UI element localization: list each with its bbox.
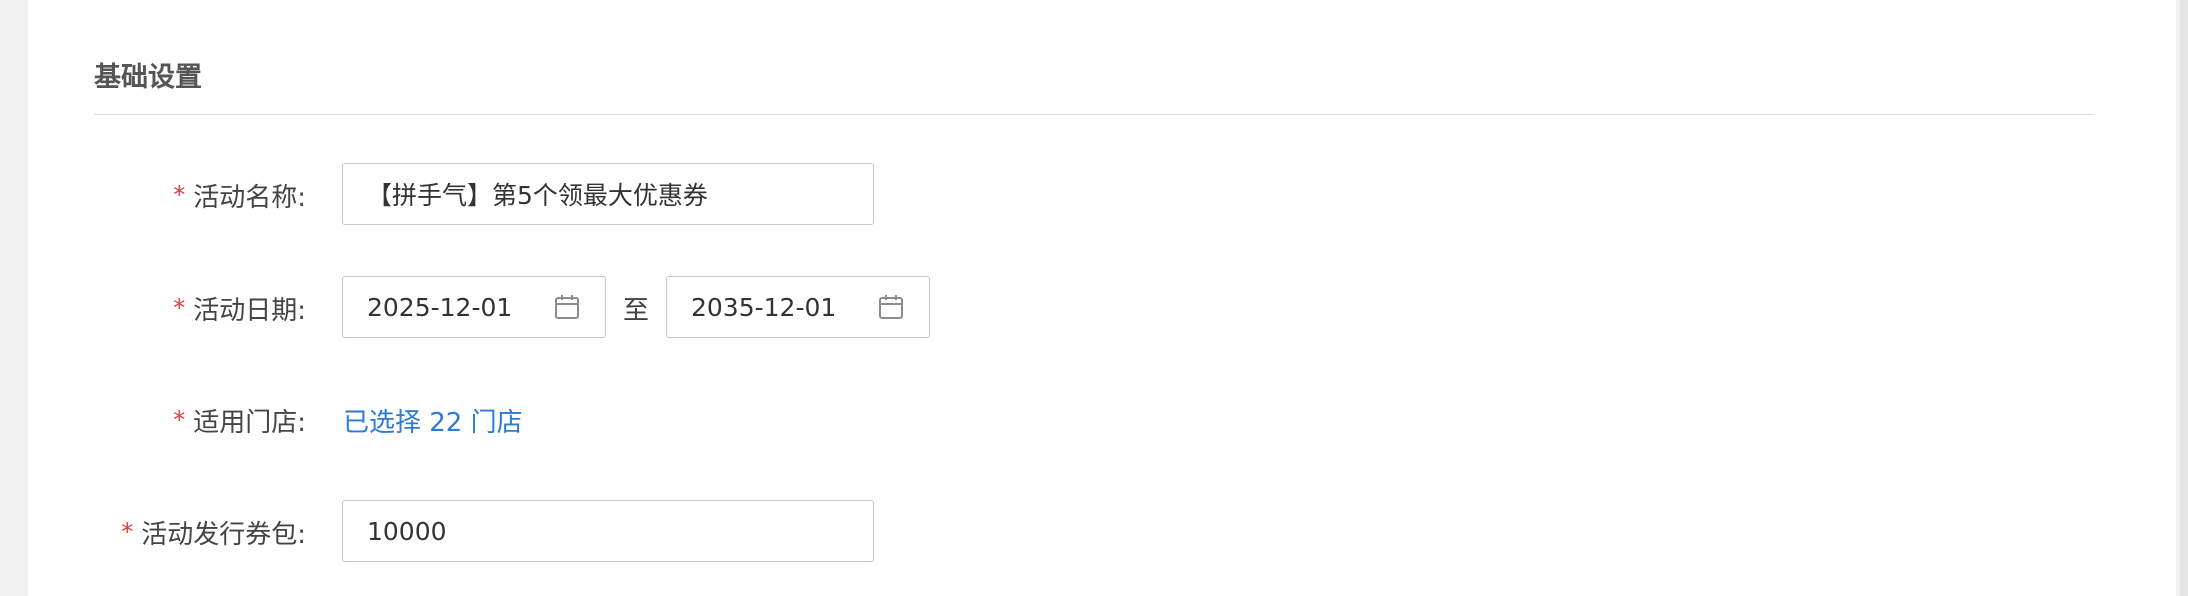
- start-date-input[interactable]: 2025-12-01: [342, 276, 606, 338]
- required-mark: *: [173, 406, 186, 434]
- activity-date-label: * 活动日期:: [173, 276, 306, 340]
- calendar-icon[interactable]: [553, 293, 581, 321]
- activity-date-label-text: 活动日期:: [193, 295, 306, 326]
- selected-stores-link[interactable]: 已选择 22 门店: [343, 388, 523, 452]
- required-mark: *: [173, 294, 186, 322]
- form-row-stores: * 适用门店: 已选择 22 门店: [0, 388, 2188, 452]
- stores-label: * 适用门店:: [173, 388, 306, 452]
- activity-name-label-text: 活动名称:: [193, 182, 306, 213]
- calendar-icon[interactable]: [877, 293, 905, 321]
- end-date-input[interactable]: 2035-12-01: [666, 276, 930, 338]
- form-row-activity-date: * 活动日期: 2025-12-01 至 2035-12-01: [0, 276, 2188, 340]
- form-row-activity-name: * 活动名称: 【拼手气】第5个领最大优惠券: [0, 163, 2188, 227]
- date-range-separator: 至: [623, 295, 650, 326]
- activity-name-label: * 活动名称:: [173, 163, 306, 227]
- coupon-packs-input[interactable]: 10000: [342, 500, 874, 562]
- form-row-coupon-packs: * 活动发行券包: 10000: [0, 500, 2188, 564]
- activity-name-input[interactable]: 【拼手气】第5个领最大优惠券: [342, 163, 874, 225]
- required-mark: *: [173, 181, 186, 209]
- coupon-packs-label: * 活动发行券包:: [121, 500, 306, 564]
- section-title: 基础设置: [94, 62, 202, 93]
- end-date-value: 2035-12-01: [691, 292, 837, 322]
- stores-label-text: 适用门店:: [193, 407, 306, 438]
- section-divider: [94, 114, 2094, 115]
- start-date-value: 2025-12-01: [367, 292, 513, 322]
- required-mark: *: [121, 518, 134, 546]
- coupon-packs-label-text: 活动发行券包:: [141, 519, 306, 550]
